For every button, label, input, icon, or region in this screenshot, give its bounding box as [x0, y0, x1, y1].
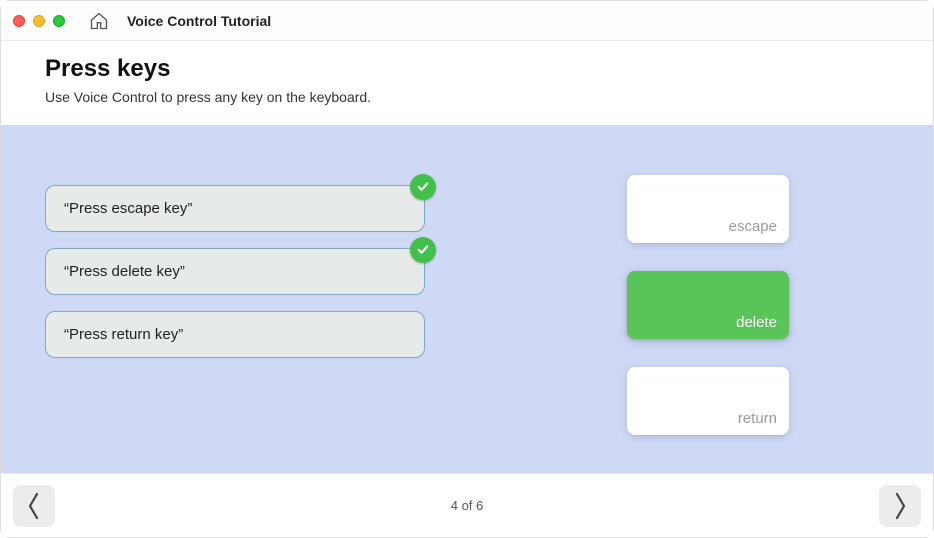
command-text: “Press escape key”: [64, 200, 192, 217]
keycap-label: escape: [729, 218, 777, 235]
fullscreen-window-button[interactable]: [53, 15, 65, 27]
content-area: “Press escape key” “Press delete key” “P…: [1, 125, 933, 473]
page-indicator: 4 of 6: [451, 498, 484, 513]
header-section: Press keys Use Voice Control to press an…: [1, 41, 933, 125]
keycap-label: return: [738, 410, 777, 427]
keycap-escape: escape: [627, 175, 789, 243]
titlebar: Voice Control Tutorial: [1, 1, 933, 41]
command-bubble: “Press escape key”: [45, 185, 425, 232]
command-bubble: “Press return key”: [45, 311, 425, 358]
minimize-window-button[interactable]: [33, 15, 45, 27]
window-controls: [13, 15, 65, 27]
command-text: “Press return key”: [64, 326, 183, 343]
footer: 4 of 6: [1, 473, 933, 537]
window-title: Voice Control Tutorial: [127, 13, 271, 29]
previous-button[interactable]: [13, 485, 55, 527]
keys-column: escape delete return: [465, 175, 889, 443]
page-subtitle: Use Voice Control to press any key on th…: [45, 89, 889, 105]
close-window-button[interactable]: [13, 15, 25, 27]
chevron-right-icon: [892, 491, 908, 521]
next-button[interactable]: [879, 485, 921, 527]
check-icon: [410, 174, 436, 200]
home-icon[interactable]: [89, 11, 109, 31]
keycap-label: delete: [736, 314, 777, 331]
command-bubble: “Press delete key”: [45, 248, 425, 295]
keycap-return: return: [627, 367, 789, 435]
page-title: Press keys: [45, 55, 889, 83]
keycap-delete: delete: [627, 271, 789, 339]
chevron-left-icon: [26, 491, 42, 521]
command-text: “Press delete key”: [64, 263, 185, 280]
check-icon: [410, 237, 436, 263]
commands-column: “Press escape key” “Press delete key” “P…: [45, 185, 425, 443]
